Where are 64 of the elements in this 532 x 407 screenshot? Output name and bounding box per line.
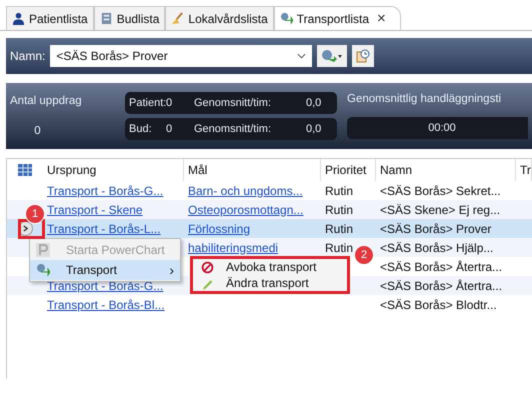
table-cell: Rutin — [325, 240, 354, 254]
transport-menu-button[interactable] — [317, 45, 348, 67]
table-cell: <SÄS Borås> Hjälp... — [380, 240, 494, 254]
table-row[interactable]: Transport - Borås-Bl... <SÄS Borås> Blodtr... — [7, 295, 532, 314]
destination-link[interactable]: Förlossning — [188, 222, 250, 236]
column-header[interactable]: Tr — [516, 159, 532, 181]
step-badge: 2 — [354, 245, 374, 265]
stat-label: Antal uppdrag — [10, 95, 82, 107]
stat-label: Genomsnitt/tim: — [194, 97, 272, 109]
table-cell: Rutin — [325, 202, 354, 216]
tab[interactable]: Transportlista × — [274, 6, 401, 30]
destination-link[interactable]: Osteoporosmottagn... — [188, 202, 304, 216]
table-cell: <SÄS Borås> Återtra... — [380, 278, 502, 292]
origin-link[interactable]: Transport - Borås-G... — [47, 184, 164, 198]
name-label: Namn: — [10, 49, 46, 63]
column-header[interactable]: Mål — [184, 159, 321, 181]
menu-item[interactable]: Avboka transport — [193, 259, 347, 275]
tab[interactable]: Budlista — [94, 6, 166, 30]
table-row[interactable]: Transport - Borås-G... Barn- och ungdoms... Rutin <SÄS Borås> Sekret... — [7, 181, 532, 200]
transport-icon — [36, 263, 50, 277]
stat-value: 00:00 — [428, 122, 456, 134]
destination-link[interactable]: Barn- och ungdoms... — [188, 184, 303, 198]
document-icon — [100, 12, 113, 25]
stat-value: 0 — [34, 125, 41, 137]
chevron-down-icon — [297, 53, 306, 59]
transport-icon — [321, 49, 344, 63]
menu-item[interactable]: Transport › — [30, 260, 180, 280]
origin-link[interactable]: Transport - Borås-L... — [47, 222, 161, 236]
prohibited-icon — [201, 260, 214, 274]
tab[interactable]: Patientlista — [6, 6, 94, 30]
tab[interactable]: Lokalvårdslista — [165, 6, 274, 30]
stat-value: 0 — [166, 123, 174, 135]
stat-value: 0 — [166, 97, 174, 109]
origin-link[interactable]: Transport - Borås-Bl... — [47, 298, 165, 312]
stat-label: Patient: — [129, 97, 166, 109]
origin-link[interactable]: Transport - Skene — [47, 202, 143, 216]
stat-value: 0,0 — [306, 97, 322, 109]
stat-label: Bud: — [129, 123, 153, 135]
table-row[interactable]: Transport - Borås-L... Förlossning Rutin <SÄS Borås> Prover — [7, 219, 532, 238]
column-header[interactable]: Namn — [376, 159, 516, 181]
grid-icon[interactable] — [18, 164, 32, 176]
broom-icon — [171, 12, 184, 25]
close-button[interactable]: × — [377, 10, 386, 27]
transport-icon — [280, 12, 293, 25]
table-cell: Rutin — [325, 222, 354, 236]
table-cell: <SÄS Skene> Ej reg... — [380, 202, 500, 216]
stat-value: 0,0 — [306, 123, 322, 135]
origin-link[interactable]: Transport - Borås-G... — [47, 278, 164, 292]
person-icon — [12, 12, 25, 25]
stat-label: Genomsnittlig handläggningsti — [347, 93, 502, 105]
chevron-right-icon — [22, 225, 28, 232]
column-header[interactable]: Ursprung — [43, 159, 184, 181]
column-header[interactable]: Prioritet — [321, 159, 376, 181]
stat-label: Genomsnitt/tim: — [194, 123, 272, 135]
p-letter-icon — [36, 243, 50, 257]
table-cell: <SÄS Borås> Blodtr... — [380, 298, 497, 312]
destination-link[interactable]: habiliteringsmedi — [188, 240, 278, 254]
table-cell: <SÄS Borås> Prover — [380, 222, 492, 236]
table-cell: <SÄS Borås> Sekret... — [380, 184, 501, 198]
name-dropdown[interactable]: <SÄS Borås> Prover — [50, 45, 312, 67]
table-cell: Rutin — [325, 184, 354, 198]
clock-document-icon — [356, 49, 370, 63]
settings-button[interactable] — [352, 45, 374, 67]
menu-item[interactable]: Ändra transport — [193, 275, 347, 291]
